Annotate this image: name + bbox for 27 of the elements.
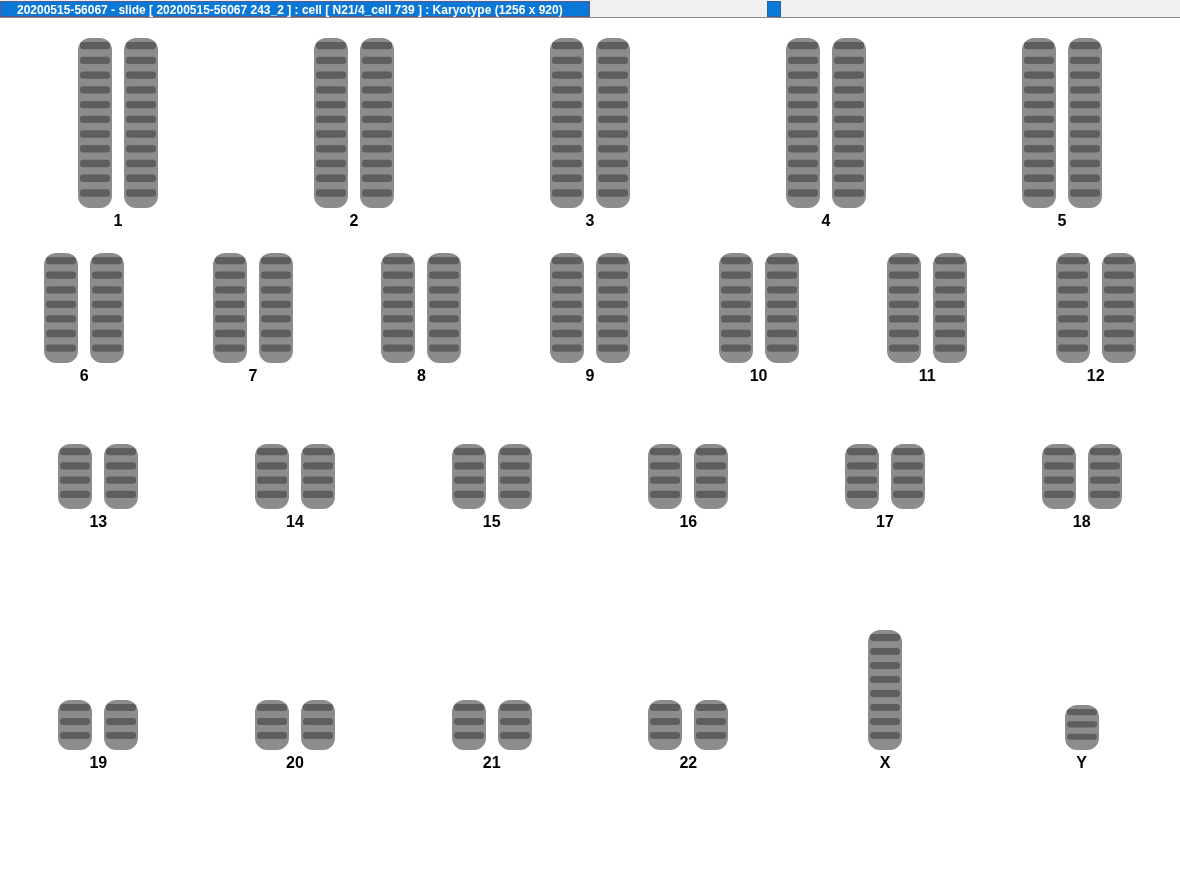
chromosome-label: 14 bbox=[286, 513, 304, 531]
chromosome-drawing bbox=[1064, 705, 1099, 750]
chromosome-label: 19 bbox=[89, 754, 108, 772]
chromosome-label: 3 bbox=[585, 212, 595, 230]
chromosome-label: X bbox=[879, 754, 891, 772]
chromosome-label: 15 bbox=[482, 513, 501, 531]
window-title: 20200515-56067 - slide [ 20200515-56067 243_2 ] : cell [ N21/4_cell 739 ] : Karyotype (1256 x 920) bbox=[0, 0, 590, 17]
chromosome-label: Y bbox=[1076, 754, 1087, 772]
chromosome-label: 16 bbox=[679, 513, 698, 531]
chromosome-label: 11 bbox=[918, 367, 936, 385]
chromosome-label: 8 bbox=[416, 367, 426, 385]
chromosome-label: 18 bbox=[1072, 513, 1091, 531]
chromosome-label: 20 bbox=[286, 754, 304, 772]
chromosome-label: 9 bbox=[585, 367, 595, 385]
chromosome-label: 7 bbox=[248, 367, 258, 385]
scroll-marker[interactable] bbox=[767, 0, 781, 17]
chromosome-label: 1 bbox=[113, 212, 123, 230]
chromosome-label: 12 bbox=[1086, 367, 1105, 385]
chromosome-label: 5 bbox=[1057, 212, 1067, 230]
chromosome-label: 2 bbox=[349, 212, 359, 230]
chromosome-label: 17 bbox=[876, 513, 894, 531]
chromosome-label: 13 bbox=[89, 513, 108, 531]
chromosome-label: 10 bbox=[749, 367, 768, 385]
chromosome-label: 6 bbox=[79, 367, 89, 385]
chromosome-label: 22 bbox=[679, 754, 698, 772]
chromosome-label: 21 bbox=[482, 754, 501, 772]
chromosome-label: 4 bbox=[821, 212, 831, 230]
